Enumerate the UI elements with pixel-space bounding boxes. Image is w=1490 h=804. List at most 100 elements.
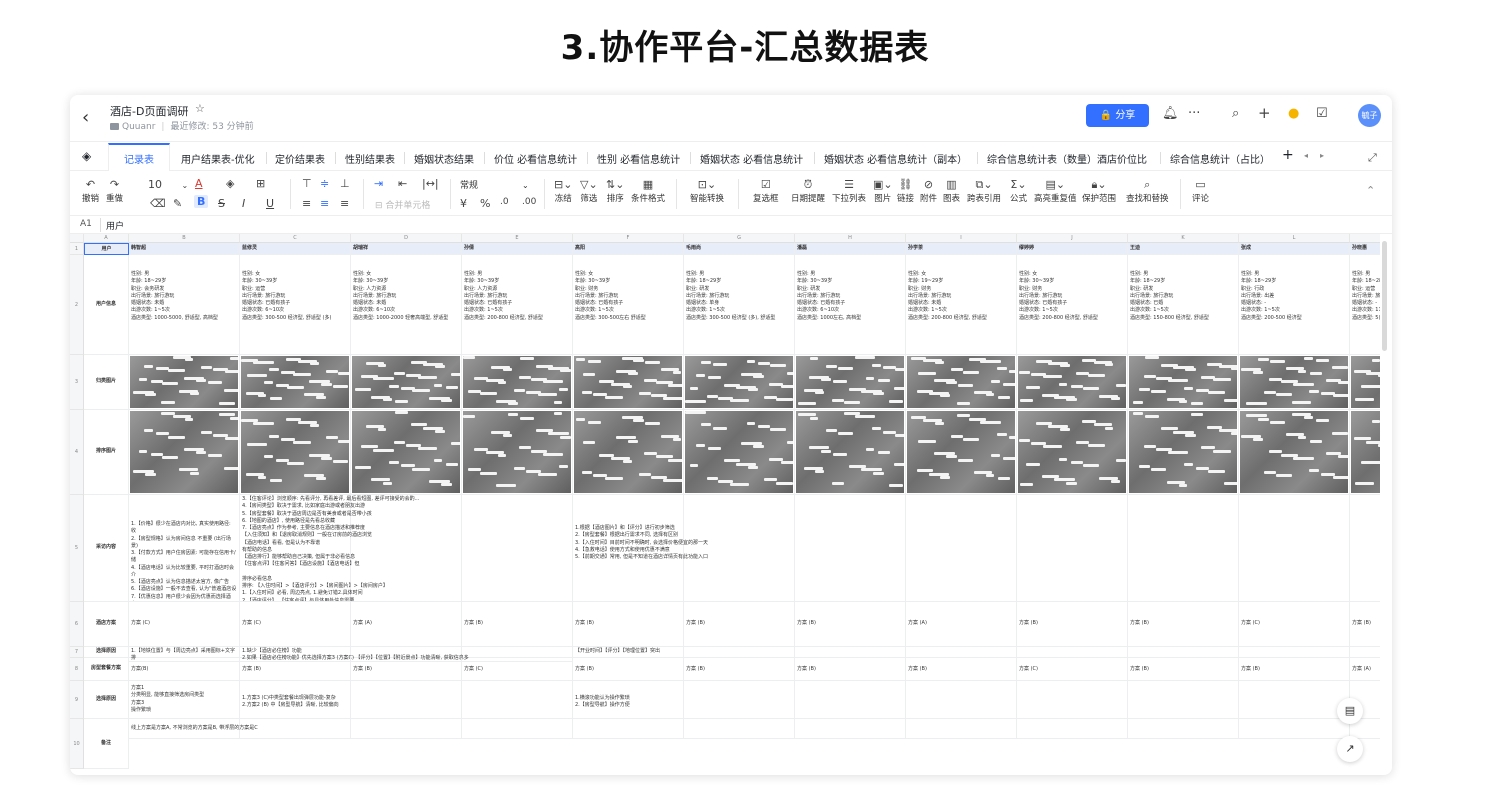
align-left-icon[interactable]: ≡ — [302, 197, 311, 210]
notes-text[interactable]: 线上方案是方案A, 不常浏览的方案是B, 带浮层的方案是C — [129, 719, 351, 739]
column-header[interactable]: C — [240, 234, 351, 243]
tab-9[interactable]: 综合信息统计表（数量）酒店价位比 — [987, 151, 1147, 166]
notes-cell[interactable] — [462, 719, 573, 739]
strikethrough-icon[interactable]: S — [218, 197, 225, 210]
row-label[interactable]: 用户信息 — [84, 255, 129, 355]
sorted-photo-cell[interactable] — [573, 410, 684, 495]
hotel-plan-cell[interactable]: 方案 (C) — [1239, 602, 1350, 647]
sorted-photo-cell[interactable] — [1350, 410, 1380, 495]
room-reason-text[interactable]: 1.横滚功能认为操作繁琐 2.【房型导航】操作方便 — [573, 681, 684, 719]
column-header[interactable]: D — [351, 234, 462, 243]
sorted-photo-cell[interactable] — [906, 410, 1017, 495]
grouped-photo-cell[interactable] — [240, 355, 351, 410]
back-arrow-icon[interactable]: ‹ — [82, 107, 89, 128]
grouped-photo-cell[interactable] — [795, 355, 906, 410]
grouped-photo-cell[interactable] — [1239, 355, 1350, 410]
tab-7[interactable]: 婚姻状态 必看信息统计 — [700, 151, 803, 166]
align-bottom-icon[interactable]: ⊥ — [340, 177, 350, 190]
user-info-cell[interactable]: 性别: 男 年龄: 18~28 职业: 运营 出行场景: 旅 婚姻状态: - 出… — [1350, 255, 1380, 355]
row-label[interactable]: 房型套餐方案 — [84, 658, 129, 681]
header-cell[interactable]: 毛雨尚 — [684, 243, 795, 255]
conditional-format-button[interactable]: ▦ 条件格式 — [631, 178, 665, 204]
redo-button[interactable]: ↷ 重做 — [106, 178, 123, 204]
more-icon[interactable]: ··· — [1188, 106, 1200, 121]
header-cell[interactable]: 蓝修灵 — [240, 243, 351, 255]
row-header[interactable]: 6 — [70, 602, 84, 647]
hotel-reason-text[interactable]: 【开业时间】【评分】【地理位置】突出 — [573, 647, 795, 658]
row-label[interactable]: 酒店方案 — [84, 602, 129, 647]
add-tab-icon[interactable]: + — [1282, 147, 1294, 163]
row-header[interactable]: 3 — [70, 355, 84, 410]
fullscreen-icon[interactable]: ⤢ — [1368, 151, 1377, 165]
decrease-decimal-icon[interactable]: .0 — [500, 197, 509, 207]
room-reason-text[interactable]: 1.方案3 (C)中类型套餐出现弹层功能-复杂 2.方案2 (B) 中【房型导航… — [240, 681, 351, 719]
grouped-photo-cell[interactable] — [1350, 355, 1380, 410]
vertical-scrollbar[interactable] — [1382, 241, 1387, 351]
highlight-duplicates-button[interactable]: ▤⌄ 高亮重复值 — [1034, 178, 1077, 204]
grouped-photo-cell[interactable] — [573, 355, 684, 410]
plus-icon[interactable]: + — [1258, 104, 1271, 122]
interview-cell[interactable] — [795, 495, 906, 602]
tab-1[interactable]: 用户结果表-优化 — [181, 151, 255, 166]
user-info-cell[interactable]: 性别: 女 年龄: 30~39岁 职业: 运营 出行场景: 旅行游玩 婚姻状态:… — [240, 255, 351, 355]
interview-text[interactable]: 1.根据【酒店图片】和【评分】进行初步筛选 2.【房型套餐】根据出行需求不同, … — [573, 495, 795, 602]
notes-cell[interactable] — [1128, 719, 1239, 739]
column-header[interactable]: K — [1128, 234, 1239, 243]
row-label[interactable]: 备注 — [84, 719, 129, 769]
hotel-plan-cell[interactable]: 方案 (B) — [1350, 602, 1380, 647]
increase-decimal-icon[interactable]: .00 — [522, 197, 536, 207]
sorted-photo-cell[interactable] — [1239, 410, 1350, 495]
user-info-cell[interactable]: 性别: 女 年龄: 30~39岁 职业: 财务 出行场景: 旅行游玩 婚姻状态:… — [573, 255, 684, 355]
hotel-plan-cell[interactable]: 方案 (C) — [240, 602, 351, 647]
spreadsheet-grid[interactable]: ABCDEFGHIJKLM 12345678910 用户韩智超蓝修灵胡瑞祥孙倩高阳毛… — [70, 234, 1380, 775]
user-info-cell[interactable]: 性别: 男 年龄: 18~29岁 职业: 研发 出行场景: 旅行游玩 婚姻状态:… — [684, 255, 795, 355]
border-icon[interactable]: ⊞ — [256, 177, 265, 190]
user-info-cell[interactable]: 性别: 男 年龄: 18~29岁 职业: 行政 出行场景: 出差 婚姻状态: -… — [1239, 255, 1350, 355]
user-info-cell[interactable]: 性别: 女 年龄: 30~39岁 职业: 财务 出行场景: 旅行游玩 婚姻状态:… — [1017, 255, 1128, 355]
sorted-photo-cell[interactable] — [240, 410, 351, 495]
grouped-photo-cell[interactable] — [1017, 355, 1128, 410]
room-plan-cell[interactable]: 方案 (B) — [573, 658, 684, 681]
hotel-reason-cell[interactable] — [1350, 647, 1380, 658]
user-info-cell[interactable]: 性别: 男 年龄: 18~29岁 职业: 会务研发 出行场景: 旅行游玩 婚姻状… — [129, 255, 240, 355]
tab-8[interactable]: 婚姻状态 必看信息统计（副本） — [824, 151, 967, 166]
image-button[interactable]: ▣⌄ 图片 — [873, 178, 893, 204]
grouped-photo-cell[interactable] — [684, 355, 795, 410]
sorted-photo-cell[interactable] — [795, 410, 906, 495]
user-info-cell[interactable]: 性别: 男 年龄: 18~29岁 职业: 研发 出行场景: 旅行游玩 婚姻状态:… — [1128, 255, 1239, 355]
header-cell[interactable]: 潘磊 — [795, 243, 906, 255]
room-plan-cell[interactable]: 方案 (C) — [1017, 658, 1128, 681]
room-reason-cell[interactable] — [906, 681, 1017, 719]
notes-cell[interactable] — [795, 719, 906, 739]
user-info-cell[interactable]: 性别: 女 年龄: 30~39岁 职业: 人力资源 出行场景: 旅行游玩 婚姻状… — [351, 255, 462, 355]
align-middle-icon[interactable]: ≑ — [320, 177, 329, 190]
clear-format-icon[interactable]: ⌫ — [150, 197, 166, 210]
interview-cell[interactable] — [906, 495, 1017, 602]
hotel-reason-cell[interactable] — [795, 647, 906, 658]
avatar[interactable]: 毓子 — [1358, 104, 1381, 127]
currency-icon[interactable]: ¥ — [460, 197, 467, 210]
italic-icon[interactable]: I — [242, 197, 245, 210]
user-info-cell[interactable]: 性别: 女 年龄: 19~29岁 职业: 财务 出行场景: 旅行游玩 婚姻状态:… — [906, 255, 1017, 355]
fill-color-icon[interactable]: ◈ — [226, 177, 234, 190]
row-label[interactable]: 归类图片 — [84, 355, 129, 410]
cross-ref-button[interactable]: ⧉⌄ 跨表引用 — [967, 178, 1001, 204]
sort-button[interactable]: ⇅⌄ 排序 — [606, 178, 624, 204]
row-header[interactable]: 2 — [70, 255, 84, 355]
smart-convert-button[interactable]: ⊡⌄ 智能转换 — [690, 178, 724, 204]
room-reason-text[interactable]: 方案1 分类明显, 能够直接筛选房间类型 方案3 操作繁琐 — [129, 681, 240, 719]
tab-6[interactable]: 性别 必看信息统计 — [597, 151, 680, 166]
doc-title[interactable]: 酒店-D页面调研 — [110, 103, 188, 119]
notes-cell[interactable] — [351, 719, 462, 739]
tab-3[interactable]: 性别结果表 — [345, 151, 395, 166]
row-header[interactable]: 1 — [70, 243, 84, 255]
row-header[interactable]: 9 — [70, 681, 84, 719]
tab-2[interactable]: 定价结果表 — [275, 151, 325, 166]
user-info-cell[interactable]: 性别: 男 年龄: 30~39岁 职业: 研发 出行场景: 旅行游玩 婚姻状态:… — [795, 255, 906, 355]
layers-icon[interactable]: ◈ — [82, 149, 91, 163]
header-cell[interactable]: 张成 — [1239, 243, 1350, 255]
column-header[interactable]: M — [1350, 234, 1380, 243]
bulb-icon[interactable]: ● — [1288, 106, 1299, 121]
notes-cell[interactable] — [906, 719, 1017, 739]
row-label[interactable]: 排序图片 — [84, 410, 129, 495]
